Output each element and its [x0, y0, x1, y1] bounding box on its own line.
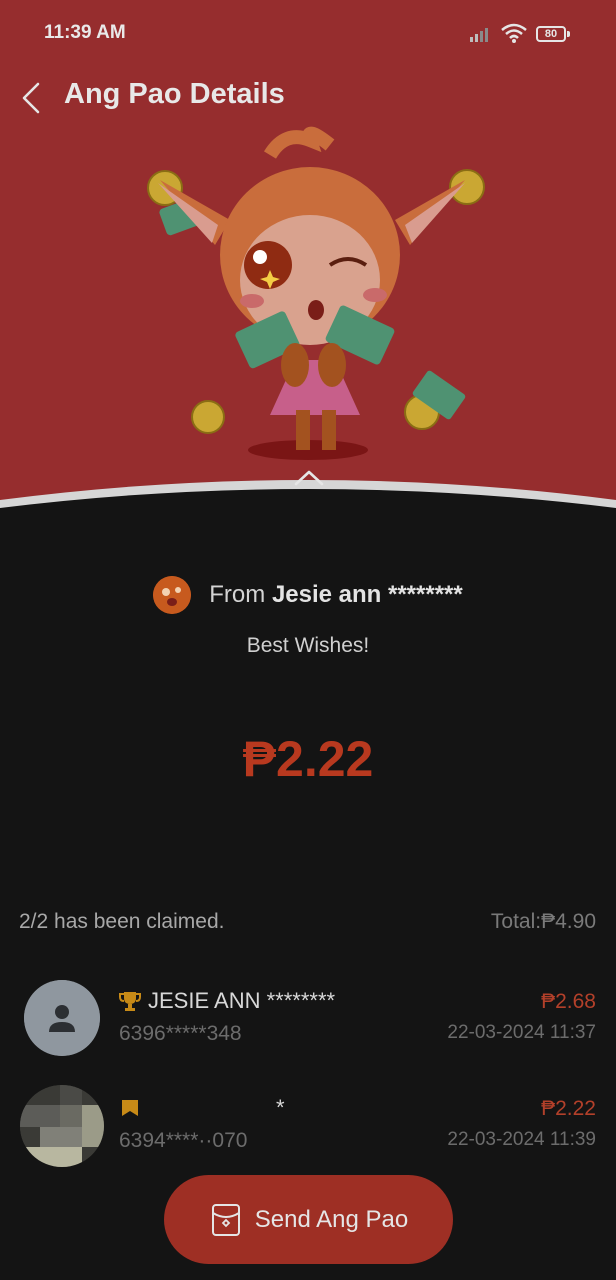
header-banner: 11:39 AM 80 Ang Pao Details	[0, 0, 616, 518]
battery-tip	[567, 31, 570, 37]
avatar	[24, 980, 100, 1056]
signal-icon	[470, 28, 488, 42]
greeting-message: Best Wishes!	[246, 634, 370, 657]
claimed-status: 2/2 has been claimed.	[19, 910, 225, 933]
chevron-up-icon[interactable]	[292, 466, 326, 488]
envelope-icon	[211, 1203, 240, 1236]
list-item[interactable]: JESIE ANN ******** 6396*****348 ₱2.68 22…	[0, 978, 616, 1078]
received-amount: ₱2.22	[242, 731, 374, 787]
sender-text: From Jesie ann ********	[209, 581, 462, 609]
sender-name: Jesie ann ********	[271, 581, 463, 608]
recipient-phone: 6396*****348	[119, 1022, 242, 1045]
wifi-icon	[501, 23, 527, 43]
status-bar: 11:39 AM 80	[0, 0, 616, 64]
send-button-label: Send Ang Pao	[254, 1205, 409, 1233]
battery-indicator: 80	[536, 26, 566, 42]
recipient-date: 22-03-2024 11:37	[447, 1022, 596, 1043]
sender-avatar	[153, 576, 192, 614]
total-amount: Total:₱4.90	[490, 910, 596, 933]
back-arrow-icon[interactable]	[14, 78, 54, 118]
page-title: Ang Pao Details	[64, 78, 285, 110]
send-ang-pao-button[interactable]: Send Ang Pao	[164, 1175, 453, 1264]
recipient-phone: 6394****··070	[119, 1129, 248, 1152]
recipient-amount: ₱2.22	[541, 1097, 596, 1120]
recipient-amount: ₱2.68	[541, 990, 596, 1013]
from-label: From	[209, 581, 266, 608]
status-time: 11:39 AM	[44, 22, 126, 43]
recipient-name: JESIE ANN ********	[148, 988, 336, 1013]
recipient-name: *	[276, 1095, 285, 1120]
trophy-icon	[119, 992, 141, 1011]
list-item[interactable]: * 6394****··070 ₱2.22 22-03-2024 11:39	[0, 1085, 616, 1185]
avatar	[20, 1085, 104, 1167]
recipient-date: 22-03-2024 11:39	[447, 1129, 596, 1150]
mascot-illustration	[147, 126, 485, 460]
sender-row: From Jesie ann ********	[0, 575, 616, 615]
rank-badge-icon	[122, 1100, 138, 1116]
